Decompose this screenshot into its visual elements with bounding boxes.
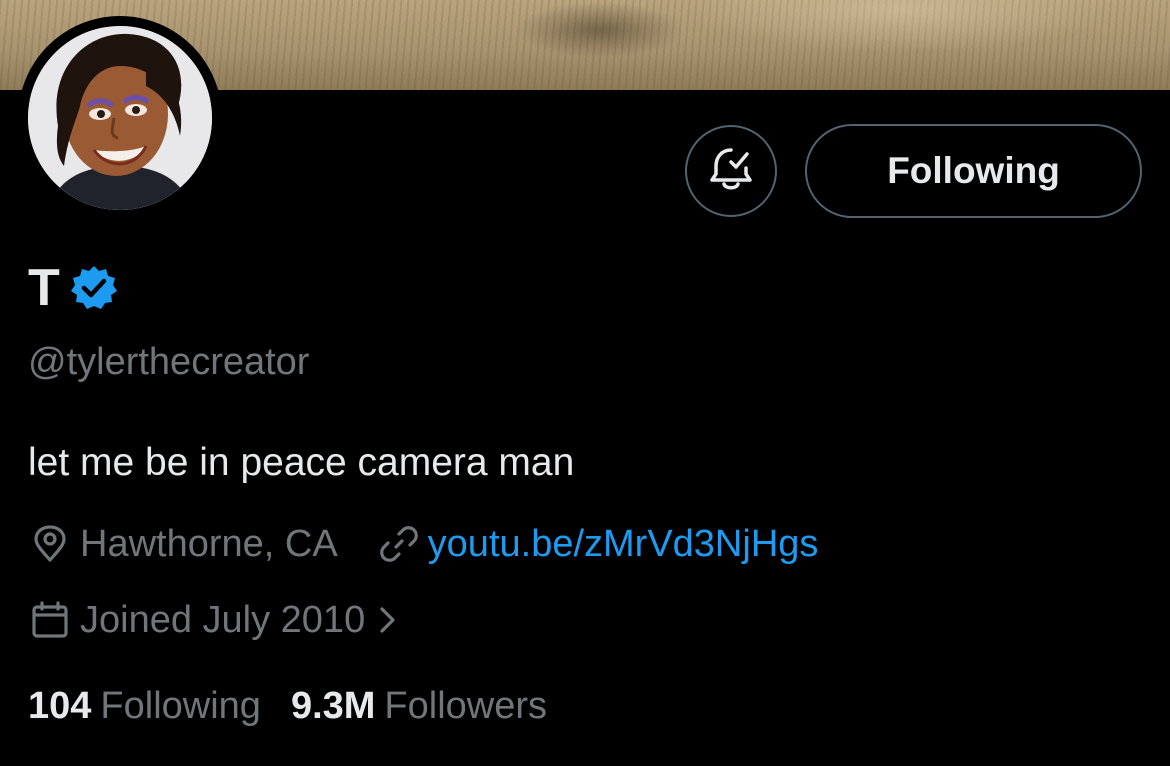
user-handle: @tylerthecreator — [28, 341, 310, 383]
location-text: Hawthorne, CA — [80, 523, 338, 565]
avatar[interactable] — [28, 26, 212, 210]
following-stat[interactable]: 104 Following — [28, 684, 261, 728]
chevron-right-icon[interactable] — [379, 605, 397, 635]
followers-stat[interactable]: 9.3M Followers — [291, 684, 547, 728]
following-label: Following — [100, 685, 261, 727]
followers-label: Followers — [384, 685, 548, 727]
joined-date: Joined July 2010 — [80, 599, 366, 641]
followers-count: 9.3M — [290, 685, 376, 727]
follow-stats: 104 Following 9.3M Followers — [28, 684, 547, 728]
location-pin-icon — [30, 524, 70, 564]
avatar-frame — [18, 16, 222, 220]
notifications-button[interactable] — [685, 125, 777, 217]
bell-check-icon — [709, 146, 753, 197]
link-icon — [379, 525, 418, 563]
calendar-icon — [30, 600, 70, 640]
website[interactable]: youtu.be/zMrVd3NjHgs — [379, 522, 819, 566]
verified-badge-icon[interactable] — [70, 264, 118, 312]
following-count: 104 — [28, 685, 92, 727]
following-button[interactable]: Following — [805, 124, 1142, 218]
display-name: T — [28, 259, 60, 317]
joined-row[interactable]: Joined July 2010 — [30, 598, 397, 642]
location: Hawthorne, CA — [30, 522, 338, 566]
profile-meta-row: Hawthorne, CA youtu.be/zMrVd3NjHgs — [30, 522, 818, 566]
bio-text: let me be in peace camera man — [28, 441, 575, 484]
name-row: T — [28, 258, 118, 318]
website-link[interactable]: youtu.be/zMrVd3NjHgs — [428, 522, 819, 566]
